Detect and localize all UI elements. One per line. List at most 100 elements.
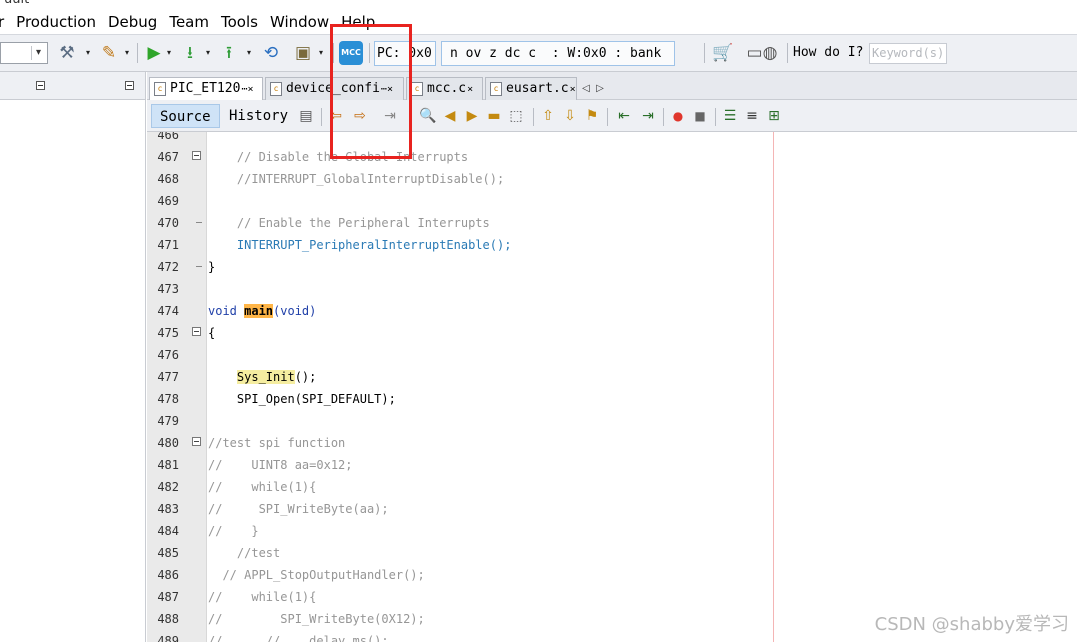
toolbar-separator — [369, 43, 370, 63]
chevron-down-icon[interactable]: ▾ — [247, 49, 255, 57]
line-number: 476 — [157, 348, 179, 362]
code-editor[interactable]: // Disable the Global Interrupts //INTER… — [208, 132, 1077, 642]
cart-icon[interactable]: 🛒 — [712, 42, 734, 64]
shift-right-icon[interactable]: ⇥ — [639, 106, 657, 126]
close-icon[interactable]: ⋯× — [381, 84, 393, 95]
tab-label: device_confi — [286, 81, 380, 96]
program-counter-field: PC: 0x0 — [374, 41, 436, 66]
toggle-bookmark-icon[interactable]: ⚑ — [583, 106, 601, 126]
editor-tab-bar: c PIC_ET120⋯× c device_confi⋯× c mcc.c× c eu… — [147, 72, 1077, 101]
menu-window[interactable]: Window — [264, 13, 335, 31]
chevron-down-icon[interactable]: ▾ — [206, 49, 214, 57]
program-device-icon[interactable]: ⭳ — [179, 42, 201, 64]
previous-bookmark-icon[interactable]: ⇧ — [539, 106, 557, 126]
reset-icon[interactable]: ⟲ — [260, 42, 282, 64]
line-number: 485 — [157, 546, 179, 560]
find-next-icon[interactable]: ▶ — [463, 106, 481, 126]
history-tab[interactable]: History — [221, 104, 296, 128]
tab-device-config[interactable]: c device_confi⋯× — [265, 77, 404, 100]
menu-production[interactable]: Production — [10, 13, 102, 31]
chevron-right-icon[interactable]: ▷ — [593, 80, 607, 98]
code-line-sys-init: Sys_Init(); — [236, 370, 317, 384]
close-icon[interactable]: × — [467, 84, 473, 95]
format-icon[interactable]: ⊞ — [765, 106, 783, 126]
line-number: 473 — [157, 282, 179, 296]
stop-macro-icon[interactable]: ■ — [691, 106, 709, 126]
record-macro-icon[interactable]: ● — [669, 106, 687, 126]
main-toolbar: ▾ ⚒ ▾ ✎ ▾ ▶ ▾ ⭳ ▾ ⭱ ▾ ⟲ ▣ ▾ MCC PC: 0x0 … — [0, 34, 1077, 72]
minimize-icon[interactable] — [125, 81, 134, 90]
clean-build-icon[interactable]: ✎ — [98, 42, 120, 64]
chevron-down-icon[interactable]: ▾ — [31, 46, 45, 60]
code-line: // } — [208, 524, 259, 538]
mcc-icon[interactable]: MCC — [339, 41, 363, 65]
toolbar-separator — [411, 108, 412, 126]
tab-pic-et120[interactable]: c PIC_ET120⋯× — [149, 77, 263, 101]
tab-label: mcc.c — [427, 81, 467, 96]
line-number: 478 — [157, 392, 179, 406]
toggle-highlight-icon[interactable]: ▬ — [485, 106, 503, 126]
build-hammer-icon[interactable]: ⚒ — [56, 42, 78, 64]
close-icon[interactable]: × — [570, 84, 576, 95]
fold-toggle[interactable] — [192, 437, 201, 446]
left-panel — [0, 72, 146, 642]
comment-icon[interactable]: ☰ — [721, 106, 739, 126]
code-line: // SPI_WriteByte(0X12); — [208, 612, 425, 626]
forward-icon[interactable]: ⇨ — [351, 106, 369, 126]
editor-toolbar: Source History ▤ ⇦ ⇨ ⇥ 🔍 ◀ ▶ ▬ ⬚ ⇧ ⇩ ⚑ ⇤… — [147, 100, 1077, 132]
code-line: // SPI_WriteByte(aa); — [208, 502, 389, 516]
debug-project-icon[interactable]: ▣ — [292, 42, 314, 64]
main-identifier-highlight: main — [244, 304, 274, 318]
chip-globe-icon[interactable]: ▭◍ — [744, 42, 780, 64]
run-icon[interactable]: ▶ — [143, 42, 165, 64]
line-number: 466 — [157, 132, 179, 142]
minimize-icon[interactable] — [36, 81, 45, 90]
code-line: // APPL_StopOutputHandler(); — [208, 568, 425, 582]
window-title-fragment: uuit — [4, 0, 29, 7]
tab-mcc-c[interactable]: c mcc.c× — [406, 77, 483, 100]
configuration-combo[interactable]: ▾ — [0, 42, 48, 64]
chevron-down-icon[interactable]: ▾ — [86, 49, 94, 57]
shift-left-icon[interactable]: ⇤ — [615, 106, 633, 126]
chevron-left-icon[interactable]: ◁ — [579, 80, 593, 98]
line-number: 484 — [157, 524, 179, 538]
source-tab[interactable]: Source — [151, 104, 220, 128]
close-icon[interactable]: ⋯× — [241, 84, 253, 95]
toolbar-separator — [663, 108, 664, 126]
line-number: 488 — [157, 612, 179, 626]
menu-run[interactable]: r — [0, 13, 10, 31]
tab-label: PIC_ET120 — [170, 81, 241, 96]
menu-help[interactable]: Help — [335, 13, 381, 31]
back-icon[interactable]: ⇦ — [327, 106, 345, 126]
line-number: 469 — [157, 194, 179, 208]
history-nav-icon[interactable]: ⇥ — [381, 106, 399, 126]
line-number: 489 — [157, 634, 179, 642]
last-edit-icon[interactable]: ▤ — [297, 106, 315, 126]
chevron-down-icon[interactable]: ▾ — [319, 49, 327, 57]
next-bookmark-icon[interactable]: ⇩ — [561, 106, 579, 126]
chevron-down-icon[interactable]: ▾ — [167, 49, 175, 57]
menu-team[interactable]: Team — [163, 13, 215, 31]
line-number: 468 — [157, 172, 179, 186]
code-line: // UINT8 aa=0x12; — [208, 458, 353, 472]
code-line: // Disable the Global Interrupts — [208, 150, 469, 164]
line-number: 482 — [157, 480, 179, 494]
search-icon[interactable]: 🔍 — [419, 106, 437, 126]
menu-tools[interactable]: Tools — [215, 13, 264, 31]
code-line: // Enable the Peripheral Interrupts — [208, 216, 490, 230]
menu-bar: r Production Debug Team Tools Window Hel… — [0, 10, 1077, 34]
line-number: 486 — [157, 568, 179, 582]
menu-debug[interactable]: Debug — [102, 13, 163, 31]
line-number: 472 — [157, 260, 179, 274]
code-line: // while(1){ — [208, 590, 317, 604]
uncomment-icon[interactable]: ≡ — [743, 106, 761, 126]
chevron-down-icon[interactable]: ▾ — [125, 49, 133, 57]
fold-toggle[interactable] — [192, 151, 201, 160]
keyword-search-input[interactable]: Keyword(s) — [869, 43, 947, 64]
find-previous-icon[interactable]: ◀ — [441, 106, 459, 126]
tab-eusart-c[interactable]: c eusart.c× — [485, 77, 577, 100]
line-number: 470 — [157, 216, 179, 230]
rectangular-selection-icon[interactable]: ⬚ — [507, 106, 525, 126]
read-device-icon[interactable]: ⭱ — [218, 42, 240, 64]
fold-toggle[interactable] — [192, 327, 201, 336]
